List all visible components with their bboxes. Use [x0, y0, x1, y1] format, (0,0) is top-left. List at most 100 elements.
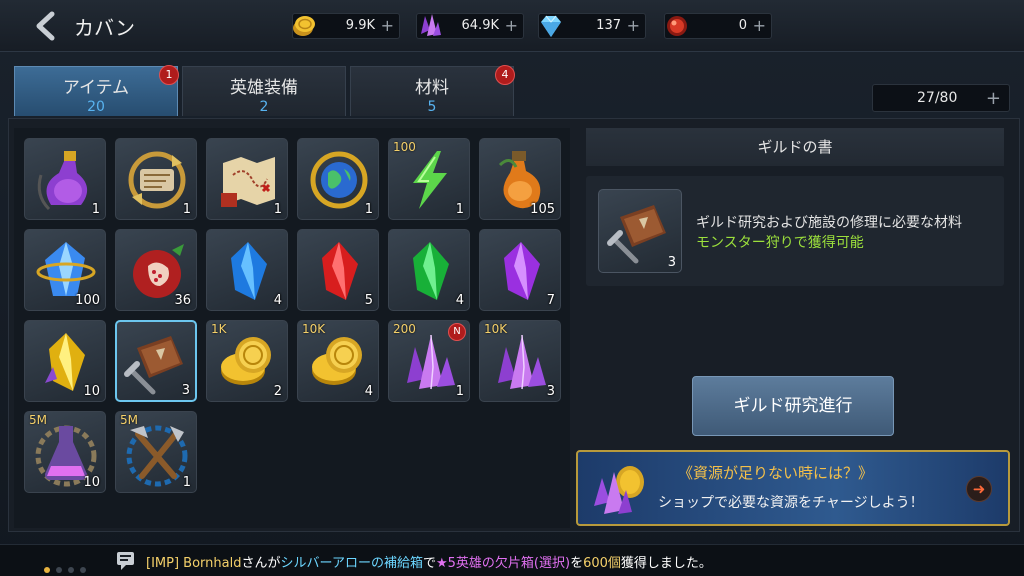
inventory-slot[interactable]: 200 N 1 — [388, 320, 470, 402]
ticker-player: [IMP] Bornhald — [146, 556, 242, 571]
inventory-slot[interactable]: 36 — [115, 229, 197, 311]
ticker-reward-count: 600個 — [583, 556, 621, 571]
treasure-map-icon — [221, 157, 275, 207]
guild-research-button[interactable]: ギルド研究進行 — [692, 376, 894, 436]
ticker-message: [IMP] Bornhaldさんがシルバーアローの補給箱で★5英雄の欠片箱(選択… — [146, 552, 712, 571]
slot-quantity: 3 — [546, 384, 555, 399]
banner-title: 《資源が足りない時には？》 — [678, 464, 874, 482]
slot-quantity: 5 — [364, 293, 373, 308]
inventory-slot[interactable]: 1 — [297, 138, 379, 220]
chat-bubble-icon — [117, 552, 134, 570]
ticker-box-name: シルバーアローの補給箱 — [280, 556, 423, 571]
ruby-plus-button[interactable]: + — [753, 17, 766, 35]
slot-amount: 10K — [484, 322, 508, 336]
tab-materials-badge: 4 — [495, 65, 515, 85]
inventory-slot[interactable]: 1K 2 — [206, 320, 288, 402]
slot-quantity: 3 — [181, 383, 190, 398]
inventory-slot[interactable]: 100 1 — [388, 138, 470, 220]
crystal-resource[interactable]: 64.9K + — [416, 13, 524, 39]
slot-amount: 200 — [393, 322, 416, 336]
diamond-value: 137 — [596, 18, 621, 33]
ticker-dot[interactable] — [80, 567, 86, 573]
gold-resource[interactable]: 9.9K + — [292, 13, 400, 39]
inventory-capacity[interactable]: 27/80 + — [872, 84, 1010, 112]
purple-crystals-icon — [498, 334, 546, 390]
slot-quantity: 1 — [455, 384, 464, 399]
gold-coins-icon — [312, 337, 362, 385]
inventory-slot[interactable]: 1 — [206, 138, 288, 220]
ticker-text: を — [570, 556, 584, 571]
slot-amount: 5M — [29, 413, 47, 427]
slot-quantity: 1 — [91, 202, 100, 217]
tools-gear-icon — [126, 425, 188, 487]
capacity-value: 27/80 — [917, 90, 958, 106]
purple-potion-bottle-icon — [37, 151, 88, 211]
slot-quantity: 100 — [75, 293, 100, 308]
detail-item-qty: 3 — [667, 255, 676, 270]
inventory-slot[interactable]: 7 — [479, 229, 561, 311]
slot-amount: 5M — [120, 413, 138, 427]
banner-text: ショップで必要な資源をチャージしよう！ — [658, 495, 924, 511]
tab-items-label: アイテム — [62, 78, 130, 98]
slot-quantity: 7 — [546, 293, 555, 308]
back-arrow-icon — [36, 11, 55, 41]
slot-quantity: 36 — [174, 293, 191, 308]
back-button[interactable] — [28, 8, 62, 44]
gold-value: 9.9K — [345, 18, 375, 33]
slot-quantity: 1 — [182, 475, 191, 490]
inventory-slot[interactable]: 105 — [479, 138, 561, 220]
gold-plus-button[interactable]: + — [381, 17, 394, 35]
inventory-slot[interactable]: 10K 4 — [297, 320, 379, 402]
detail-description: ギルド研究および施設の修理に必要な材料 — [696, 215, 962, 231]
ticker-text: さんが — [241, 556, 281, 571]
slot-quantity: 4 — [455, 293, 464, 308]
ticker-page-dots — [44, 558, 92, 576]
inventory-slot[interactable]: 5M 1 — [115, 411, 197, 493]
slot-quantity: 2 — [273, 384, 282, 399]
diamond-resource[interactable]: 137 + — [538, 13, 646, 39]
tab-hero-equipment[interactable]: 英雄装備 2 — [182, 66, 346, 116]
inventory-slot[interactable]: 100 — [24, 229, 106, 311]
tab-items[interactable]: アイテム 20 1 — [14, 65, 179, 116]
tab-hero-equipment-count: 2 — [259, 99, 269, 115]
slot-quantity: 10 — [83, 384, 100, 399]
slot-quantity: 4 — [273, 293, 282, 308]
page-title: カバン — [74, 16, 135, 40]
slot-quantity: 4 — [364, 384, 373, 399]
inventory-slot[interactable]: 3 — [115, 320, 197, 402]
inventory-slot[interactable]: 4 — [206, 229, 288, 311]
ruby-resource[interactable]: 0 + — [664, 13, 772, 39]
gold-coins-icon — [221, 337, 271, 385]
lightning-bolt-icon — [413, 151, 447, 209]
inventory-slot[interactable]: 5M 10 — [24, 411, 106, 493]
ticker-dot[interactable] — [56, 567, 62, 573]
inventory-slot[interactable]: 5 — [297, 229, 379, 311]
capacity-plus-button[interactable]: + — [986, 88, 1001, 109]
banner-arrow-button[interactable]: ➜ — [966, 476, 992, 502]
inventory-slot[interactable]: 10K 3 — [479, 320, 561, 402]
green-gem-icon — [413, 242, 449, 300]
inventory-slot[interactable]: 4 — [388, 229, 470, 311]
globe-refresh-icon — [310, 151, 368, 209]
ticker-dot[interactable] — [44, 567, 50, 573]
tab-materials-label: 材料 — [415, 78, 449, 98]
crystal-plus-button[interactable]: + — [505, 17, 518, 35]
inventory-slot[interactable]: 10 — [24, 320, 106, 402]
slot-quantity: 1 — [455, 202, 464, 217]
tab-materials[interactable]: 材料 5 4 — [350, 65, 515, 116]
tab-materials-count: 5 — [427, 99, 437, 115]
item-grid: 1 1 1 1 100 1 105 100 36 4 5 4 7 10 3 1K 2 10K 4 200 N 1 10K 3 5… — [14, 128, 570, 528]
purple-crystal-icon — [421, 14, 441, 36]
inventory-screen: カバン 9.9K + 64.9K + 137 + 0 + アイテム 20 1 英… — [0, 0, 1024, 576]
resource-shop-banner[interactable]: 《資源が足りない時には？》 ショップで必要な資源をチャージしよう！ ➜ — [576, 450, 1010, 526]
blue-gem-icon — [231, 242, 267, 300]
slot-quantity: 1 — [273, 202, 282, 217]
inventory-slot[interactable]: 1 — [115, 138, 197, 220]
inventory-slot[interactable]: 1 — [24, 138, 106, 220]
exchange-scroll-icon — [128, 151, 186, 209]
slot-quantity: 1 — [364, 202, 373, 217]
tab-items-badge: 1 — [159, 65, 179, 85]
diamond-plus-button[interactable]: + — [627, 17, 640, 35]
slot-amount: 1K — [211, 322, 227, 336]
ticker-dot[interactable] — [68, 567, 74, 573]
